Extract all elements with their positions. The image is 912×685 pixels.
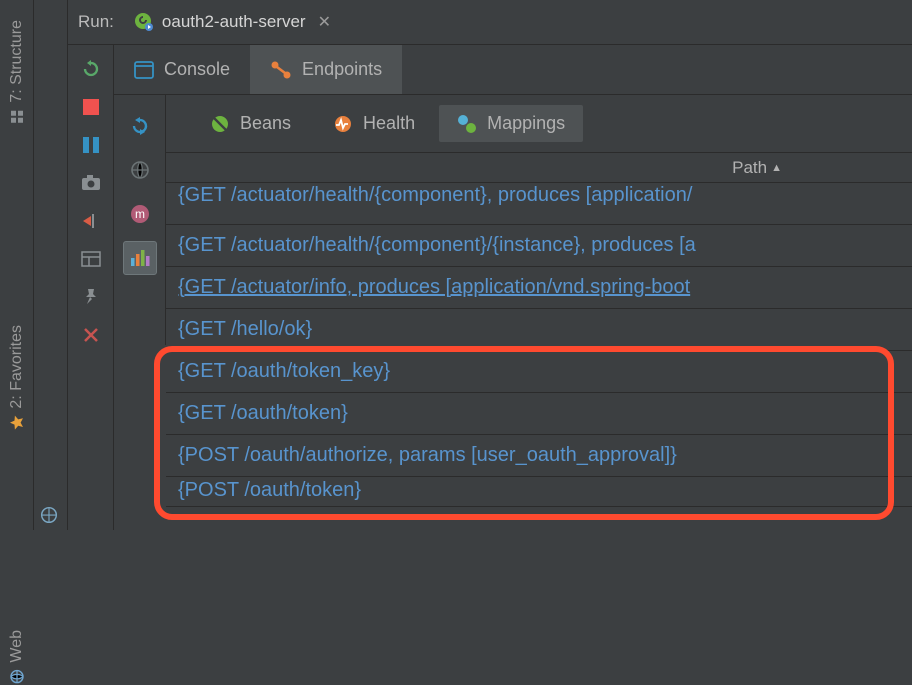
mappings-list: {GET /actuator/health/{component}, produ… [166, 183, 912, 530]
web-tool-window[interactable]: Web [8, 630, 26, 685]
subtab-health[interactable]: Health [315, 105, 433, 142]
spring-boot-icon [134, 12, 154, 32]
health-icon [333, 114, 353, 134]
camera-dump-button[interactable] [79, 171, 103, 195]
favorites-tool-window[interactable]: 2: Favorites [8, 325, 26, 431]
tab-console[interactable]: Console [114, 45, 250, 94]
table-row[interactable]: {GET /oauth/token_key} [166, 351, 912, 393]
run-top-row: Run: oauth2-auth-server ✕ [68, 0, 912, 45]
endpoint-subtabs: Beans Health Mappings [166, 95, 912, 153]
endpoints-icon [270, 60, 292, 80]
star-icon [9, 414, 25, 430]
diagram-mode-button[interactable] [123, 241, 157, 275]
run-tool-column [68, 45, 114, 530]
table-row[interactable]: {GET /hello/ok} [166, 309, 912, 351]
mappings-table-header[interactable]: Path ▲ [166, 153, 912, 183]
close-icon[interactable]: ✕ [318, 12, 331, 32]
second-rail [34, 0, 68, 530]
mapping-link[interactable]: {GET /oauth/token} [178, 402, 348, 425]
beans-icon [210, 114, 230, 134]
tab-endpoints[interactable]: Endpoints [250, 45, 402, 94]
mapping-link[interactable]: {POST /oauth/authorize, params [user_oau… [178, 444, 677, 467]
subtab-mappings-label: Mappings [487, 113, 565, 134]
table-row[interactable]: {GET /actuator/health/{component}/{insta… [166, 225, 912, 267]
table-row[interactable]: {POST /oauth/token} [166, 477, 912, 507]
tool-window-label: 2: Favorites [8, 325, 26, 409]
endpoint-source-column: m [114, 95, 166, 345]
mappings-icon [457, 114, 477, 134]
subtab-beans-label: Beans [240, 113, 291, 134]
svg-text:m: m [135, 207, 145, 221]
pin-button[interactable] [79, 285, 103, 309]
subtab-health-label: Health [363, 113, 415, 134]
globe-corner-icon[interactable] [40, 506, 58, 524]
console-icon [134, 61, 154, 79]
table-row[interactable]: {GET /oauth/token} [166, 393, 912, 435]
mapping-link[interactable]: {GET /hello/ok} [178, 318, 312, 341]
stop-button[interactable] [79, 95, 103, 119]
pause-button[interactable] [79, 133, 103, 157]
leftmost-rail: 7: Structure 2: Favorites Web [0, 0, 34, 530]
close-panel-button[interactable] [79, 323, 103, 347]
run-config-tab[interactable]: oauth2-auth-server ✕ [124, 8, 341, 36]
sort-ascending-icon: ▲ [771, 162, 782, 174]
rerun-button[interactable] [79, 57, 103, 81]
mapping-link[interactable]: {GET /actuator/info, produces [applicati… [178, 276, 690, 299]
path-column-header: Path [732, 158, 767, 178]
live-app-button[interactable] [123, 153, 157, 187]
structure-icon [9, 109, 25, 125]
tool-window-label: 7: Structure [8, 20, 26, 103]
tab-endpoints-label: Endpoints [302, 59, 382, 80]
subtab-beans[interactable]: Beans [192, 105, 309, 142]
table-row[interactable]: {GET /actuator/health/{component}, produ… [166, 183, 912, 225]
primary-tabs: Console Endpoints [114, 45, 912, 95]
mapping-link[interactable]: {GET /actuator/health/{component}/{insta… [178, 234, 696, 257]
tab-console-label: Console [164, 59, 230, 80]
mapping-link[interactable]: {GET /oauth/token_key} [178, 360, 390, 383]
layout-button[interactable] [79, 247, 103, 271]
mapping-link[interactable]: {GET /actuator/health/{component}, produ… [178, 184, 692, 207]
mapping-link[interactable]: {POST /oauth/token} [178, 479, 361, 502]
refresh-endpoints-button[interactable] [123, 109, 157, 143]
structure-tool-window[interactable]: 7: Structure [8, 20, 26, 125]
tool-window-label: Web [8, 630, 26, 663]
run-config-name: oauth2-auth-server [162, 12, 306, 32]
subtab-mappings[interactable]: Mappings [439, 105, 583, 142]
table-row[interactable]: {POST /oauth/authorize, params [user_oau… [166, 435, 912, 477]
module-button[interactable]: m [123, 197, 157, 231]
web-icon [9, 669, 25, 685]
run-label: Run: [78, 12, 114, 32]
table-row[interactable]: {GET /actuator/info, produces [applicati… [166, 267, 912, 309]
exit-button[interactable] [79, 209, 103, 233]
